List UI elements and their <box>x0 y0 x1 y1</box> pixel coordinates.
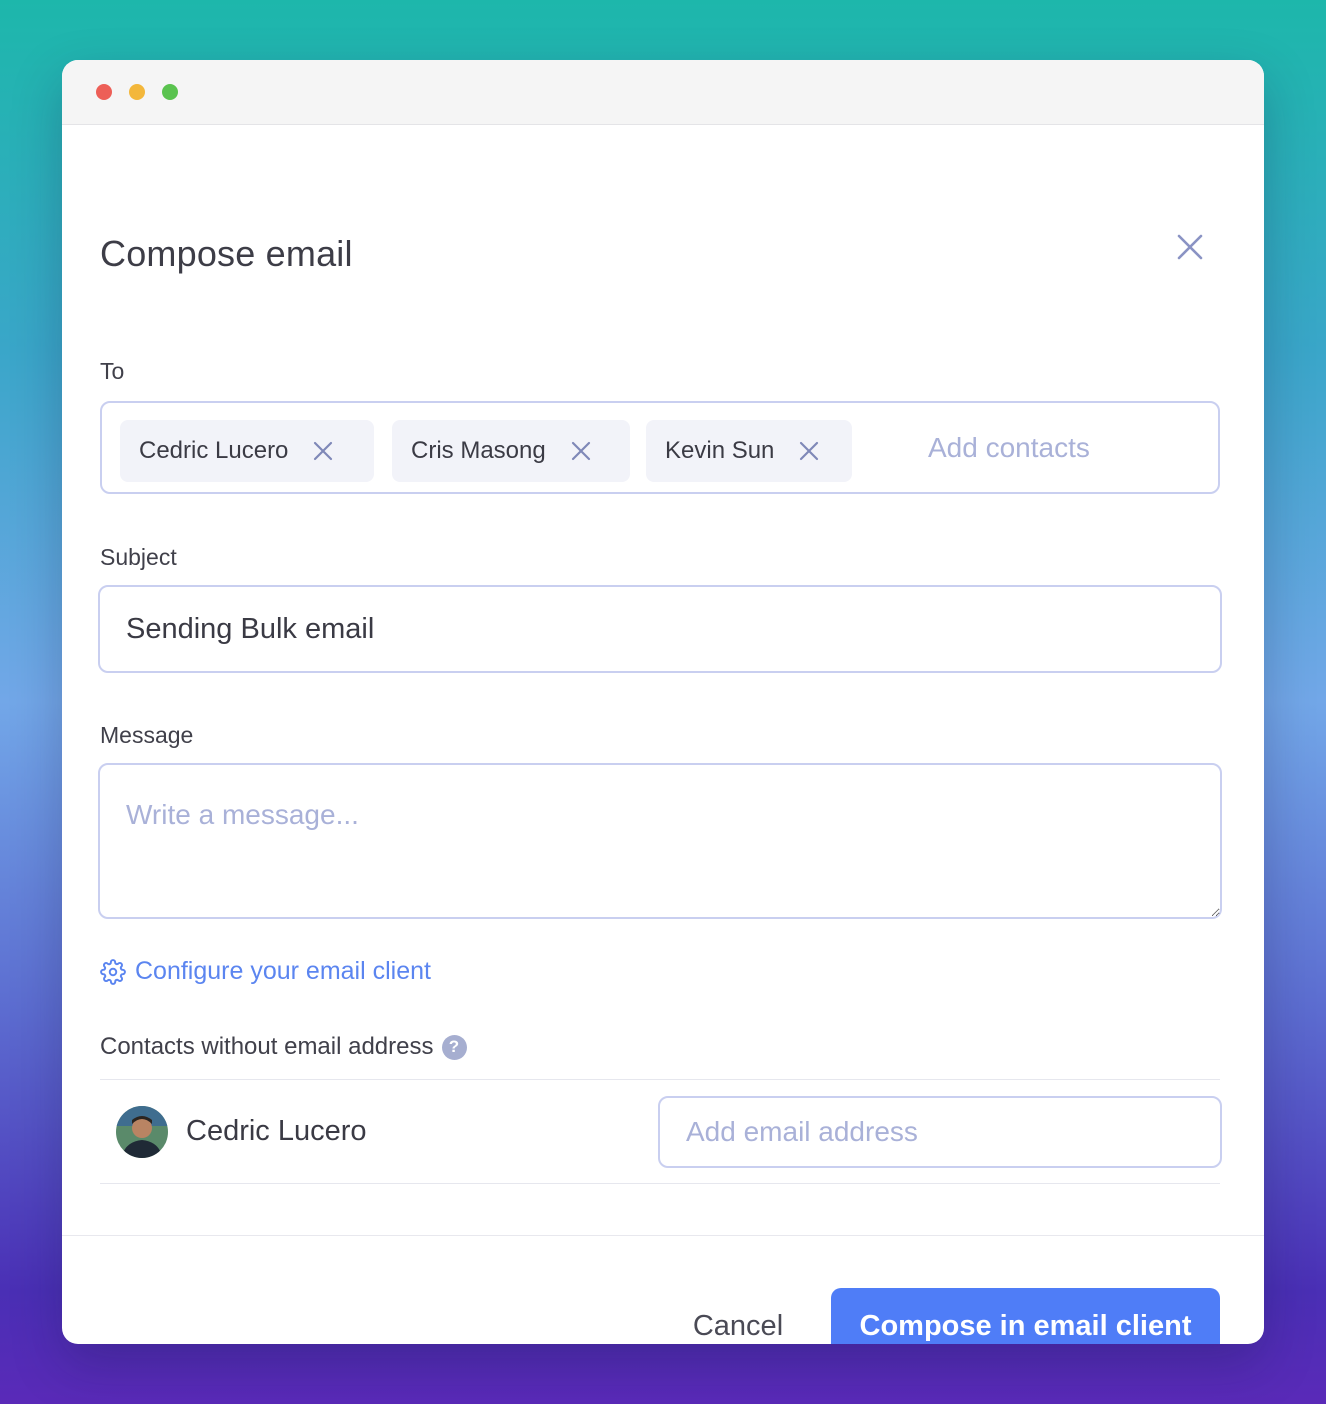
to-label: To <box>100 358 125 384</box>
close-icon <box>1177 234 1203 260</box>
footer-divider <box>62 1235 1264 1236</box>
add-contacts-input[interactable] <box>928 403 1208 492</box>
compose-email-window: Compose email To Cedric Lucero Cris Maso… <box>62 60 1264 1344</box>
recipient-name: Cris Masong <box>411 437 546 464</box>
message-textarea[interactable] <box>98 763 1222 919</box>
subject-label: Subject <box>100 544 177 570</box>
recipient-chip: Kevin Sun <box>646 420 852 482</box>
dialog-title: Compose email <box>100 233 353 274</box>
window-zoom-dot[interactable] <box>162 84 178 100</box>
window-minimize-dot[interactable] <box>129 84 145 100</box>
configure-email-client-link[interactable]: Configure your email client <box>100 957 431 986</box>
remove-recipient-button[interactable] <box>794 436 824 466</box>
remove-recipient-button[interactable] <box>566 436 596 466</box>
compose-in-email-client-button[interactable]: Compose in email client <box>831 1288 1220 1344</box>
window-titlebar <box>62 60 1264 125</box>
divider <box>100 1183 1220 1184</box>
remove-recipient-button[interactable] <box>308 436 338 466</box>
window-close-dot[interactable] <box>96 84 112 100</box>
close-button[interactable] <box>1170 227 1210 267</box>
help-icon[interactable]: ? <box>441 1034 467 1060</box>
cancel-button[interactable]: Cancel <box>668 1288 808 1344</box>
contact-name: Cedric Lucero <box>186 1115 367 1147</box>
avatar <box>116 1106 168 1158</box>
dialog-content: Compose email To Cedric Lucero Cris Maso… <box>62 125 1264 1344</box>
subject-input[interactable] <box>98 585 1222 673</box>
recipient-chip: Cedric Lucero <box>120 420 374 482</box>
message-label: Message <box>100 722 194 748</box>
contacts-without-email-heading: Contacts without email address ? <box>100 1033 467 1061</box>
recipient-chip: Cris Masong <box>392 420 630 482</box>
recipient-name: Kevin Sun <box>665 437 775 464</box>
close-icon <box>800 441 819 461</box>
close-icon <box>571 441 590 461</box>
gear-icon <box>100 958 126 985</box>
contact-row: Cedric Lucero <box>100 1080 1222 1183</box>
recipient-name: Cedric Lucero <box>139 437 289 464</box>
contacts-without-email-label: Contacts without email address <box>100 1033 434 1060</box>
add-email-address-input[interactable] <box>658 1096 1222 1168</box>
configure-link-label: Configure your email client <box>135 957 431 985</box>
to-field[interactable]: Cedric Lucero Cris Masong Kevin Sun <box>100 401 1220 494</box>
close-icon <box>314 441 333 461</box>
